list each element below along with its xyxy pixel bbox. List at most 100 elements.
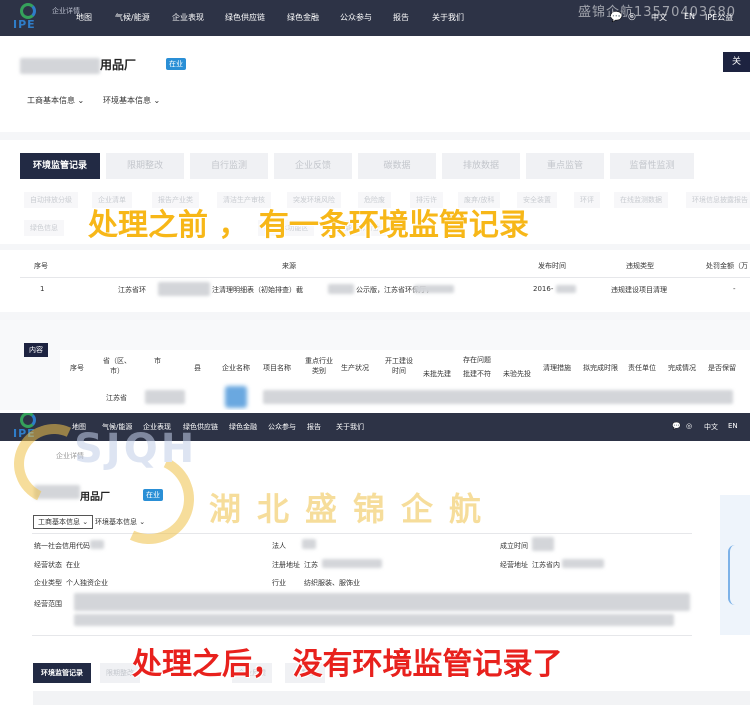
tab-self-monitoring[interactable]: 自行监测 [190,153,268,179]
blurred-source [414,285,454,293]
nav-map[interactable]: 地图 [72,422,86,432]
follow-button[interactable]: 关 [723,52,750,72]
breadcrumb[interactable]: 企业详情 [56,451,84,461]
chevron-down-icon: ⌄ [139,518,146,526]
status-value: 在业 [66,561,80,569]
th: 市 [154,357,161,365]
blurred-value [90,540,104,549]
divider [20,277,750,278]
cell-date: 2016- [533,285,554,293]
cell-source: 注清理明细表（初始排查）截 [212,286,303,294]
map-thumbnail[interactable] [720,495,750,635]
tab-env-records[interactable]: 环境监管记录 [20,153,100,179]
caption-before: 处理之前 ， 有一条环境监管记录 [88,208,529,243]
chip[interactable]: 环评 [574,192,600,208]
type-value: 个人独资企业 [66,579,108,587]
th: 开工建设时间 [385,357,413,375]
tab-feedback[interactable]: 企业反馈 [274,153,352,179]
nav-climate[interactable]: 气候/能源 [115,12,150,23]
th-penalty: 处罚金额（万 [706,262,748,270]
content-table: 序号 省（区、市） 市 县 企业名称 项目名称 重点行业类别 生产状况 开工建设… [60,350,750,410]
chevron-down-icon: ⌄ [153,96,161,105]
nav-climate[interactable]: 气候/能源 [102,422,132,432]
logo-text: IPE [13,18,36,31]
biz-addr-label: 经营地址 [500,561,528,569]
ipe-logo[interactable]: IPE [10,3,50,33]
chip[interactable]: 在线监测数据 [614,192,668,208]
industry-value: 纺织服装、服饰业 [304,579,360,587]
nav-about[interactable]: 关于我们 [432,12,464,23]
blurred-source [328,284,354,294]
blurred-company-prefix [34,485,80,499]
chip[interactable]: 环境信息披露报告 [686,192,750,208]
caption-after: 处理之后， 没有环境监管记录了 [132,647,563,682]
scope-label: 经营范围 [34,600,62,608]
th: 省（区、市） [103,357,131,375]
th: 清理措施 [543,364,571,372]
cell-type: 违规建设项目清理 [611,286,667,294]
nav-enterprise[interactable]: 企业表现 [172,12,204,23]
status-badge: 在业 [143,489,163,501]
wechat-icon[interactable]: 💬 [672,422,681,430]
th: 未批先建 [423,370,451,378]
type-label: 企业类型 [34,579,62,587]
chip[interactable]: 自动排放分级 [24,192,78,208]
content-block: 内容 序号 省（区、市） 市 县 企业名称 项目名称 重点行业类别 生产状况 开… [0,320,750,410]
th: 存在问题 [463,356,491,364]
ipe-logo[interactable]: IPE [10,413,50,442]
tab-carbon[interactable]: 碳数据 [358,153,436,179]
th-source: 来源 [282,262,296,270]
watermark-phone: 盛锦企航13570403680 [578,5,736,20]
status-badge: 在业 [166,58,186,70]
nav-about[interactable]: 关于我们 [336,422,364,432]
nav-green-finance[interactable]: 绿色金融 [287,12,319,23]
nav-report[interactable]: 报告 [307,422,321,432]
weibo-icon[interactable]: ◎ [686,422,692,430]
th: 县 [194,364,201,372]
th: 批建不符 [463,370,491,378]
nav-public[interactable]: 公众参与 [340,12,372,23]
dropdown-business-info[interactable]: 工商基本信息 ⌄ [33,515,94,529]
lang-zh[interactable]: 中文 [704,422,718,432]
blurred-source [158,282,210,296]
cell-no: 1 [40,285,45,293]
th: 生产状况 [341,364,369,372]
tab-emission[interactable]: 排放数据 [442,153,520,179]
dropdown-business-info[interactable]: 工商基本信息 ⌄ [27,95,84,106]
chip-row [33,691,750,705]
lang-en[interactable]: EN [728,422,738,430]
blurred-company-prefix [20,58,100,74]
cell-source: 江苏省环 [118,286,146,294]
nav-public[interactable]: 公众参与 [268,422,296,432]
blurred-scope [74,593,690,611]
blurred-scope [74,614,674,626]
tab-env-records[interactable]: 环境监管记录 [33,663,91,683]
nav-green-supply[interactable]: 绿色供应链 [225,12,265,23]
chip[interactable]: 绿色信息 [24,220,64,236]
nav-green-finance[interactable]: 绿色金融 [229,422,257,432]
nav-report[interactable]: 报告 [393,12,409,23]
th-no: 序号 [34,262,48,270]
th: 重点行业类别 [305,357,333,375]
blurred-city [145,390,185,404]
industry-label: 行业 [272,579,286,587]
dropdown-env-info[interactable]: 环境基本信息 ⌄ [103,95,160,106]
th: 未验先投 [503,370,531,378]
th: 责任单位 [628,364,656,372]
nav-map[interactable]: 地图 [76,12,92,23]
reg-addr-label: 注册地址 [272,561,300,569]
nav-enterprise[interactable]: 企业表现 [143,422,171,432]
ipe-logo-icon [20,413,36,428]
river-line [728,545,742,605]
tab-supervisory-monitoring[interactable]: 监督性监测 [610,153,694,179]
dropdown-label: 工商基本信息 [27,96,75,105]
after-screenshot: IPE 地图 气候/能源 企业表现 绿色供应链 绿色金融 公众参与 报告 关于我… [0,413,750,716]
blurred-value [302,539,316,549]
nav-green-supply[interactable]: 绿色供应链 [183,422,218,432]
th: 拟完成时限 [583,364,618,372]
tab-rectification[interactable]: 限期整改 [106,153,184,179]
tab-key-supervision[interactable]: 重点监管 [526,153,604,179]
ipe-logo-icon [20,3,36,19]
dropdown-env-info[interactable]: 环境基本信息 ⌄ [95,517,145,527]
blurred-date [556,285,576,293]
